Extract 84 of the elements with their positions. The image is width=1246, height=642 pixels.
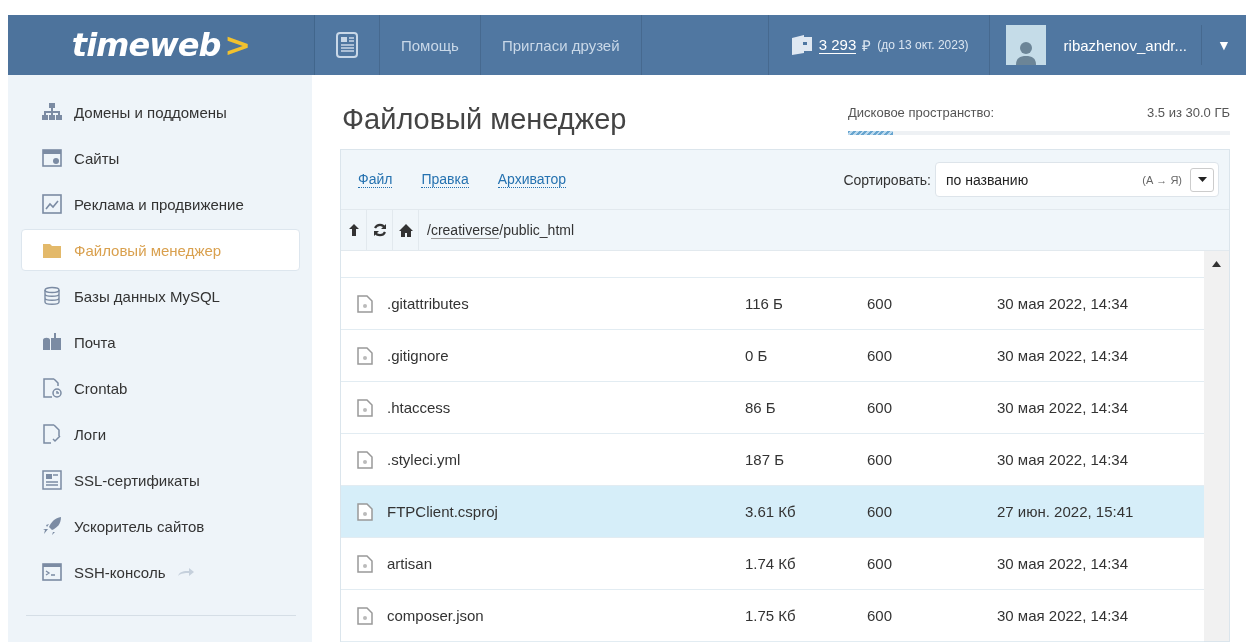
- file-icon: [357, 502, 373, 521]
- file-name: artisan: [387, 555, 433, 572]
- file-row[interactable]: .htaccess 86 Б 600 30 мая 2022, 14:34: [341, 382, 1204, 434]
- log-icon: [42, 424, 62, 444]
- clock-icon: [42, 378, 62, 398]
- file-icon: [357, 606, 373, 625]
- sidebar-item[interactable]: Почта: [21, 321, 300, 363]
- file-name: .gitattributes: [387, 295, 469, 312]
- file-date: 30 мая 2022, 14:34: [997, 607, 1130, 624]
- file-name: .gitignore: [387, 347, 449, 364]
- file-icon: [357, 450, 373, 469]
- sidebar-item[interactable]: Crontab: [21, 367, 300, 409]
- balance-amount[interactable]: 3 293: [818, 36, 857, 54]
- file-icon: [357, 294, 373, 313]
- file-permissions: 600: [867, 451, 894, 468]
- newspaper-icon[interactable]: [336, 32, 358, 58]
- file-permissions: 600: [867, 555, 894, 572]
- currency-sign: ₽: [862, 36, 872, 55]
- file-size: 86 Б: [745, 399, 777, 416]
- sitemap-icon: [42, 102, 62, 122]
- window-icon: [42, 148, 62, 168]
- wallet-icon: [790, 34, 813, 56]
- file-name: FTPClient.csproj: [387, 503, 498, 520]
- scroll-up-icon[interactable]: [1212, 261, 1221, 267]
- file-permissions: 600: [867, 607, 894, 624]
- file-size: 187 Б: [745, 451, 786, 468]
- file-row[interactable]: artisan 1.74 Кб 600 30 мая 2022, 14:34: [341, 538, 1204, 590]
- sidebar-item[interactable]: SSL-сертификаты: [21, 459, 300, 501]
- page-title: Файловый менеджер: [342, 103, 627, 136]
- chart-icon: [42, 194, 62, 214]
- username[interactable]: ribazhenov_andr...: [1045, 25, 1202, 65]
- sort-label: Сортировать:: [843, 171, 931, 188]
- file-row[interactable]: composer.json 1.75 Кб 600 30 мая 2022, 14:34: [341, 590, 1204, 642]
- file-row[interactable]: .gitattributes 116 Б 600 30 мая 2022, 14:34: [341, 278, 1204, 330]
- file-row[interactable]: FTPClient.csproj 3.61 Кб 600 27 июн. 2022, 15:41: [341, 486, 1204, 538]
- sort-dropdown[interactable]: по названию (А → Я): [935, 162, 1219, 197]
- file-permissions: 600: [867, 503, 894, 520]
- certificate-icon: [42, 470, 62, 490]
- file-date: 30 мая 2022, 14:34: [997, 347, 1130, 364]
- file-permissions: 600: [867, 399, 894, 416]
- file-size: 3.61 Кб: [745, 503, 797, 520]
- console-icon: [42, 562, 62, 582]
- file-size: 1.75 Кб: [745, 607, 797, 624]
- mailbox-icon: [42, 332, 62, 352]
- file-name: .htaccess: [387, 399, 451, 416]
- menu-link[interactable]: Правка: [421, 171, 469, 188]
- sidebar-item[interactable]: Базы данных MySQL: [21, 275, 300, 317]
- sidebar-item[interactable]: SSH-консоль: [21, 551, 300, 593]
- file-size: 1.74 Кб: [745, 555, 797, 572]
- file-name: composer.json: [387, 607, 484, 624]
- sidebar-item[interactable]: Реклама и продвижение: [21, 183, 300, 225]
- menu-link[interactable]: Архиватор: [497, 171, 567, 188]
- caret-icon[interactable]: ▼: [1202, 37, 1246, 53]
- file-date: 30 мая 2022, 14:34: [997, 399, 1130, 416]
- caret-icon: [1197, 177, 1207, 182]
- up-arrow-icon: [347, 223, 360, 237]
- file-size: 116 Б: [745, 295, 784, 312]
- rocket-icon: [42, 516, 62, 536]
- sidebar-item[interactable]: Домены и поддомены: [21, 91, 300, 133]
- path-link[interactable]: creativerse: [430, 222, 500, 239]
- file-size: 0 Б: [745, 347, 769, 364]
- file-icon: [357, 554, 373, 573]
- path-breadcrumb: /creativerse/public_html: [427, 222, 575, 238]
- file-date: 27 июн. 2022, 15:41: [997, 503, 1135, 520]
- home-icon: [398, 223, 413, 237]
- file-name: .styleci.yml: [387, 451, 461, 468]
- menu-link[interactable]: Файл: [358, 171, 393, 188]
- file-permissions: 600: [867, 295, 894, 312]
- avatar[interactable]: [1005, 25, 1046, 65]
- file-date: 30 мая 2022, 14:34: [997, 555, 1130, 572]
- sidebar-item[interactable]: Ускоритель сайтов: [21, 505, 300, 547]
- file-icon: [357, 346, 373, 365]
- file-row[interactable]: .gitignore 0 Б 600 30 мая 2022, 14:34: [341, 330, 1204, 382]
- balance-until: (до 13 окт. 2023): [877, 38, 969, 52]
- disk-usage: 3.5 из 30.0 ГБ: [1147, 105, 1230, 120]
- disk-label: Дисковое пространство:: [848, 105, 995, 120]
- database-icon: [42, 286, 62, 306]
- file-permissions: 600: [867, 347, 894, 364]
- file-date: 30 мая 2022, 14:34: [997, 295, 1130, 312]
- file-date: 30 мая 2022, 14:34: [997, 451, 1130, 468]
- sidebar-item[interactable]: Логи: [21, 413, 300, 455]
- file-icon: [357, 398, 373, 417]
- refresh-icon: [372, 223, 387, 237]
- sidebar-item[interactable]: Сайты: [21, 137, 300, 179]
